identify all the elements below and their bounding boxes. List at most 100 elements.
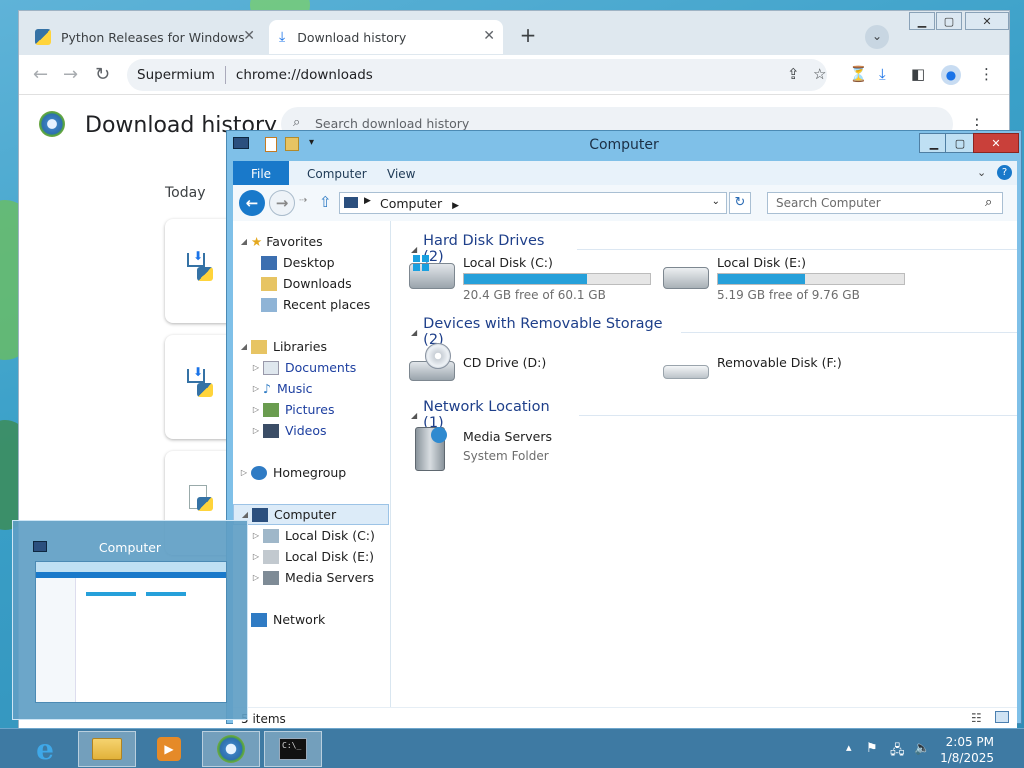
- drive-usage-fill: [464, 274, 587, 284]
- minimize-button[interactable]: ▁: [909, 12, 935, 30]
- drive-usage-fill: [718, 274, 806, 284]
- tab-python-releases[interactable]: Python Releases for Windows | P ✕: [25, 20, 263, 54]
- internet-explorer-icon: e: [36, 732, 54, 766]
- nav-pictures[interactable]: ▷ Pictures: [251, 399, 409, 420]
- menu-kebab-icon[interactable]: ⋮: [979, 65, 994, 83]
- explorer-title: Computer: [589, 137, 659, 153]
- tab-search-chevron-icon[interactable]: ⌄: [865, 25, 889, 49]
- taskbar-media-player[interactable]: ▶: [140, 731, 198, 767]
- nav-media-servers[interactable]: ▷ Media Servers: [251, 567, 409, 588]
- large-icons-view-icon[interactable]: [995, 711, 1009, 723]
- nav-label: Music: [276, 381, 313, 396]
- windows-logo-icon: [413, 255, 429, 271]
- file-explorer-folder-icon: [92, 738, 122, 760]
- nav-favorites[interactable]: ◢ ★ Favorites: [239, 231, 397, 252]
- tab-close-icon[interactable]: ✕: [243, 28, 255, 44]
- nav-computer[interactable]: ◢ Computer: [233, 504, 389, 525]
- lab-flask-icon[interactable]: ⏳: [849, 65, 868, 83]
- omnibox-url: chrome://downloads: [235, 67, 373, 83]
- refresh-button[interactable]: ↻: [729, 192, 751, 214]
- address-text: Computer: [380, 196, 443, 211]
- removable-disk-item[interactable]: Removable Disk (F:): [663, 343, 903, 393]
- nav-label: Desktop: [283, 255, 335, 270]
- bookmark-star-icon[interactable]: ☆: [813, 65, 826, 83]
- expand-triangle-icon: ▷: [252, 552, 260, 561]
- taskbar-internet-explorer[interactable]: e: [16, 731, 74, 767]
- recent-places-icon: [261, 297, 277, 312]
- share-icon[interactable]: ⇪: [787, 65, 800, 83]
- tab-close-icon[interactable]: ✕: [483, 28, 495, 44]
- explorer-maximize-button[interactable]: ▢: [945, 133, 975, 153]
- date-heading: Today: [165, 185, 206, 201]
- drive-free-space: 5.19 GB free of 9.76 GB: [717, 288, 860, 302]
- nav-local-disk-c[interactable]: ▷ Local Disk (C:): [251, 525, 409, 546]
- taskbar: e ▶ C:\_ ▴ ⚑ 🖧 🔈 2:05 PM 1/8/2025: [0, 728, 1024, 768]
- maximize-button[interactable]: ▢: [936, 12, 962, 30]
- volume-icon[interactable]: 🔈: [914, 741, 930, 756]
- omnibox[interactable]: Supermium chrome://downloads: [127, 59, 827, 91]
- taskbar-command-prompt[interactable]: C:\_: [264, 731, 322, 767]
- side-panel-icon[interactable]: ◧: [911, 65, 925, 83]
- up-arrow-icon[interactable]: ⇧: [319, 193, 332, 211]
- forward-arrow-icon[interactable]: →: [63, 64, 78, 85]
- details-view-icon[interactable]: ☷: [971, 711, 982, 725]
- star-icon: ★: [251, 234, 263, 249]
- media-servers-item[interactable]: Media Servers System Folder: [409, 427, 649, 477]
- media-player-icon: ▶: [157, 737, 181, 761]
- thumbnail-window-image: [35, 561, 227, 703]
- drive-usage-bar: [463, 273, 651, 285]
- help-icon[interactable]: ?: [997, 165, 1012, 180]
- downloads-icon[interactable]: ⤓: [879, 65, 886, 83]
- address-bar[interactable]: ▶ Computer ▶ ⌄: [339, 192, 727, 214]
- nav-homegroup[interactable]: ▷ Homegroup: [239, 462, 397, 483]
- show-hidden-icons-chevron-icon[interactable]: ▴: [846, 741, 852, 754]
- network-tray-icon[interactable]: 🖧: [890, 741, 905, 763]
- explorer-close-button[interactable]: ✕: [973, 133, 1019, 153]
- address-dropdown-chevron-icon[interactable]: ⌄: [712, 196, 720, 207]
- expand-triangle-icon: ▷: [252, 405, 260, 414]
- forward-button[interactable]: →: [269, 190, 295, 216]
- reload-icon[interactable]: ↻: [95, 64, 110, 85]
- ribbon-tab-file[interactable]: File: [233, 161, 289, 185]
- action-center-flag-icon[interactable]: ⚑: [866, 741, 878, 756]
- system-clock[interactable]: 2:05 PM 1/8/2025: [940, 734, 994, 766]
- explorer-titlebar[interactable]: ▾ Computer ▁ ▢ ✕: [227, 131, 1021, 159]
- back-arrow-icon[interactable]: ←: [33, 64, 48, 85]
- ribbon-tab-computer[interactable]: Computer: [297, 161, 377, 185]
- collapse-triangle-icon: ◢: [411, 410, 418, 420]
- taskbar-file-explorer[interactable]: [78, 731, 136, 767]
- nav-videos[interactable]: ▷ Videos: [251, 420, 409, 441]
- nav-documents[interactable]: ▷ Documents: [251, 357, 409, 378]
- python-installer-icon: ⬇: [187, 365, 215, 399]
- ribbon-expand-chevron-icon[interactable]: ⌄: [977, 166, 986, 179]
- tab-download-history[interactable]: ⤓ Download history ✕: [269, 20, 503, 54]
- nav-local-disk-e[interactable]: ▷ Local Disk (E:): [251, 546, 409, 567]
- music-icon: ♪: [263, 381, 271, 396]
- nav-label: Local Disk (E:): [285, 549, 375, 564]
- new-tab-button[interactable]: +: [515, 23, 541, 49]
- back-button[interactable]: ←: [239, 190, 265, 216]
- profile-avatar-icon[interactable]: ●: [941, 65, 961, 85]
- collapse-triangle-icon: ◢: [240, 342, 248, 351]
- recent-locations-icon[interactable]: ⇢: [299, 195, 307, 206]
- nav-label: Network: [273, 612, 326, 627]
- download-favicon-icon: ⤓: [279, 29, 286, 45]
- item-type: System Folder: [463, 449, 549, 463]
- nav-music[interactable]: ▷ ♪ Music: [251, 378, 409, 399]
- ribbon-tab-view[interactable]: View: [377, 161, 425, 185]
- close-button[interactable]: ✕: [965, 12, 1009, 30]
- taskbar-thumbnail-preview[interactable]: Computer: [12, 520, 248, 720]
- explorer-window: ▾ Computer ▁ ▢ ✕ File Computer View ⌄ ? …: [226, 130, 1022, 729]
- pictures-icon: [263, 402, 279, 417]
- nav-network[interactable]: Network: [239, 609, 397, 630]
- tab-label: Download history: [297, 29, 407, 45]
- status-bar: 5 items ☷: [233, 707, 1017, 729]
- taskbar-supermium[interactable]: [202, 731, 260, 767]
- cd-drive-item[interactable]: CD Drive (D:): [409, 343, 649, 393]
- breadcrumb-arrow-icon: ▶: [452, 201, 460, 211]
- nav-libraries[interactable]: ◢ Libraries: [239, 336, 397, 357]
- omnibox-site-chip: Supermium: [137, 67, 215, 83]
- explorer-search-input[interactable]: Search Computer: [767, 192, 1003, 214]
- cd-disc-icon: [425, 343, 451, 369]
- python-favicon-icon: [35, 29, 51, 45]
